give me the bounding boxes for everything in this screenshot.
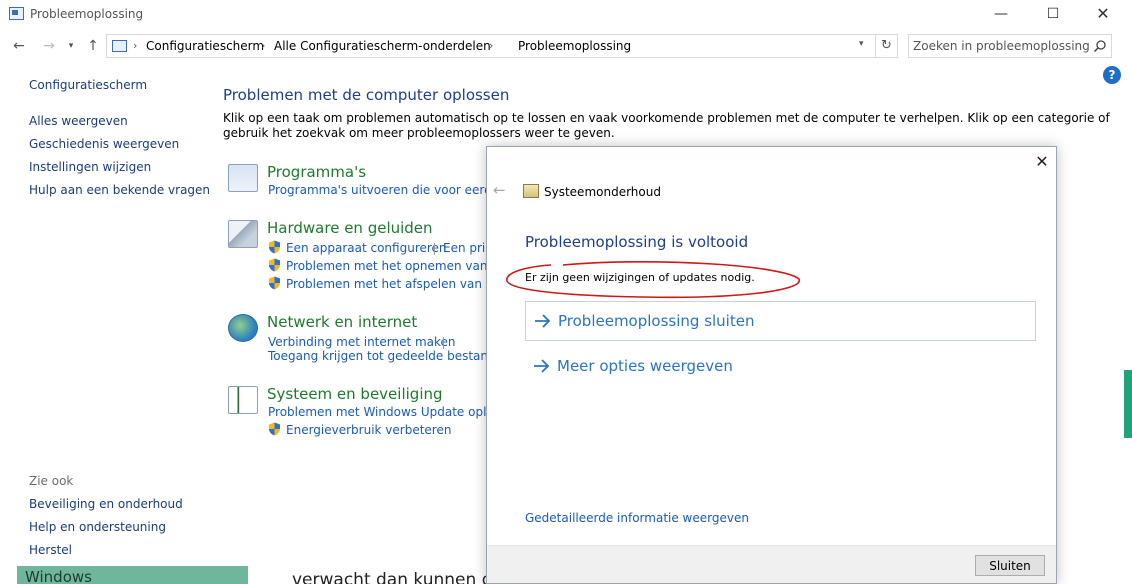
task-link[interactable]: Problemen met het opnemen van audi [286,259,517,273]
breadcrumb-probleemoplossing[interactable]: Probleemoplossing [518,39,631,53]
category-title[interactable]: Systeem en beveiliging [267,385,443,403]
uac-shield-icon [269,276,280,290]
see-also-beveiliging[interactable]: Beveiliging en onderhoud [29,497,183,511]
dialog-footer: Sluiten [487,545,1056,583]
breadcrumb-separator: › [489,39,494,52]
task-link[interactable]: Toegang krijgen tot gedeelde bestanden e [268,349,522,363]
command-label: Meer opties weergeven [557,357,733,375]
category-title[interactable]: Hardware en geluiden [267,219,433,237]
task-link[interactable]: Verbinding met internet maken [268,335,456,349]
control-panel-home-link[interactable]: Configuratiescherm [29,78,147,92]
detailed-info-link[interactable]: Gedetailleerde informatie weergeven [525,511,749,525]
category-title[interactable]: Programma's [267,163,366,181]
uac-shield-icon [269,258,280,272]
search-input[interactable] [913,38,1089,54]
uac-shield-icon [269,240,280,254]
background-window-strip: Windows [17,566,248,584]
breadcrumb-separator: › [133,39,138,52]
sidebar-link-geschiedenis[interactable]: Geschiedenis weergeven [29,137,179,151]
up-button[interactable]: ↑ [84,36,102,56]
category-title[interactable]: Netwerk en internet [267,313,417,331]
sidebar-link-alles-weergeven[interactable]: Alles weergeven [29,114,128,128]
troubleshooter-dialog: ✕ ← Systeemonderhoud Probleemoplossing i… [486,146,1057,584]
help-icon[interactable]: ? [1103,66,1121,84]
command-label: Probleemoplossing sluiten [558,312,755,330]
sidebar-link-instellingen[interactable]: Instellingen wijzigen [29,160,151,174]
forward-button[interactable]: → [38,36,60,56]
dialog-header-title: Systeemonderhoud [544,185,661,199]
dialog-heading: Probleemoplossing is voltooid [525,233,749,251]
system-security-icon [228,386,258,414]
task-link[interactable]: Problemen met Windows Update oplosse [268,405,514,419]
control-panel-icon [112,40,127,52]
address-dropdown-button[interactable]: ▾ [859,39,864,49]
task-link[interactable]: Energieverbruik verbeteren [286,423,451,437]
breadcrumb-alle-onderdelen[interactable]: Alle Configuratiescherm-onderdelen [274,39,491,53]
arrow-right-icon [534,359,550,373]
refresh-button[interactable]: ↻ [876,34,898,58]
close-window-button[interactable]: ✕ [1080,0,1126,30]
back-button[interactable]: ← [8,36,30,56]
network-globe-icon [228,314,258,342]
link-separator [434,243,435,255]
page-title: Problemen met de computer oplossen [223,86,510,104]
see-also-heading: Zie ook [29,474,74,488]
system-maintenance-icon [523,184,539,198]
task-link[interactable]: Programma's uitvoeren die voor eerdere v [268,183,522,197]
window-title: Probleemoplossing [30,7,144,21]
link-separator [443,337,444,349]
search-box[interactable] [908,34,1112,58]
minimize-button[interactable]: — [978,0,1024,30]
search-icon[interactable] [1093,39,1107,53]
recent-locations-button[interactable]: ▾ [64,36,78,56]
close-troubleshooter-command[interactable]: Probleemoplossing sluiten [525,301,1036,341]
dialog-close-button[interactable]: ✕ [1031,151,1053,173]
sluiten-button[interactable]: Sluiten [975,555,1045,576]
sidebar-link-hulp[interactable]: Hulp aan een bekende vragen [29,183,210,197]
page-description: Klik op een taak om problemen automatisc… [223,111,1110,140]
red-annotation-ellipse [506,261,800,299]
task-link[interactable]: Problemen met het afspelen van audi [286,277,512,291]
address-bar[interactable]: › Configuratiescherm › Alle Configuratie… [106,34,876,58]
control-panel-icon [9,7,24,20]
arrow-right-icon [535,314,551,328]
background-partial-text: verwacht dan kunnen d [292,570,493,584]
maximize-button[interactable]: ☐ [1030,0,1076,30]
see-also-help[interactable]: Help en ondersteuning [29,520,166,534]
hardware-printer-icon [228,220,258,248]
breadcrumb-separator: › [261,39,266,52]
navigation-bar: ← → ▾ ↑ › Configuratiescherm › Alle Conf… [0,32,1132,60]
programs-icon [228,164,258,192]
background-window-edge [1124,370,1132,438]
task-link[interactable]: Een apparaat configureren [286,241,447,255]
dialog-back-button[interactable]: ← [493,181,506,199]
uac-shield-icon [269,422,280,436]
see-also-herstel[interactable]: Herstel [29,543,72,557]
title-bar: Probleemoplossing — ☐ ✕ [0,0,1132,30]
breadcrumb-configuratiescherm[interactable]: Configuratiescherm [146,39,264,53]
more-options-command[interactable]: Meer opties weergeven [525,347,1036,387]
